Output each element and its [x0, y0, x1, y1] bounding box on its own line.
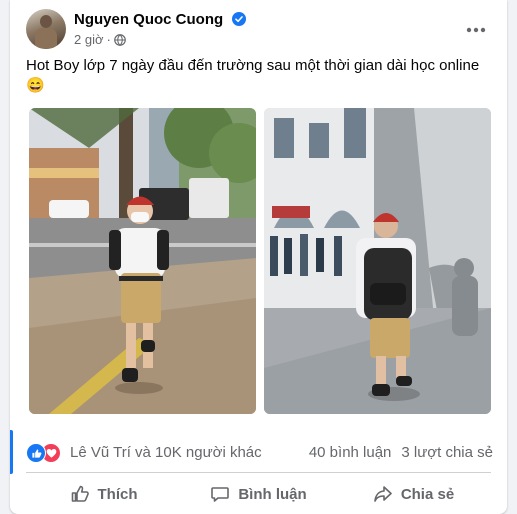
verified-badge-icon: [232, 12, 247, 26]
share-button[interactable]: Chia sẻ: [336, 476, 491, 512]
comments-count[interactable]: 40 bình luận: [309, 444, 392, 461]
post-meta: 2 giờ ·: [74, 32, 126, 47]
post-header: Nguyen Quoc Cuong 2 giờ ·: [26, 8, 494, 49]
comment-label: Bình luận: [238, 485, 307, 503]
reaction-icons: [26, 442, 64, 463]
more-dots-icon: [466, 27, 486, 33]
like-icon: [26, 443, 46, 463]
author-name-text[interactable]: Nguyen Quoc Cuong: [74, 11, 223, 28]
caption-emoji: 😄: [26, 77, 45, 94]
post-card: Nguyen Quoc Cuong 2 giờ · Hot Boy lớp 7 n…: [10, 0, 507, 514]
comment-icon: [211, 487, 230, 502]
thumbs-up-icon: [71, 485, 89, 502]
reactions-text[interactable]: Lê Vũ Trí và 10K người khác: [70, 444, 262, 461]
share-label: Chia sẻ: [400, 485, 455, 503]
post-time[interactable]: 2 giờ: [74, 32, 104, 47]
author-name[interactable]: Nguyen Quoc Cuong: [74, 11, 247, 28]
post-photo-2[interactable]: [264, 108, 491, 414]
like-label: Thích: [97, 485, 138, 503]
post-photo-1[interactable]: [29, 108, 256, 414]
caption-text: Hot Boy lớp 7 ngày đầu đến trường sau mộ…: [26, 57, 480, 74]
focus-indicator: [10, 430, 13, 474]
globe-icon[interactable]: [113, 34, 126, 46]
shares-count[interactable]: 3 lượt chia sẻ: [401, 444, 493, 461]
avatar[interactable]: [26, 9, 66, 49]
comment-button[interactable]: Bình luận: [181, 476, 336, 512]
engagement-counts: 40 bình luận 3 lượt chia sẻ: [299, 440, 493, 464]
share-icon: [374, 486, 392, 502]
post-caption: Hot Boy lớp 7 ngày đầu đến trường sau mộ…: [26, 56, 492, 96]
reactions-summary[interactable]: Lê Vũ Trí và 10K người khác: [26, 440, 262, 464]
like-button[interactable]: Thích: [26, 476, 181, 512]
meta-separator: ·: [106, 32, 111, 47]
divider: [26, 472, 491, 473]
post-actions: Thích Bình luận Chia sẻ: [26, 476, 491, 512]
more-options-button[interactable]: [458, 12, 494, 48]
